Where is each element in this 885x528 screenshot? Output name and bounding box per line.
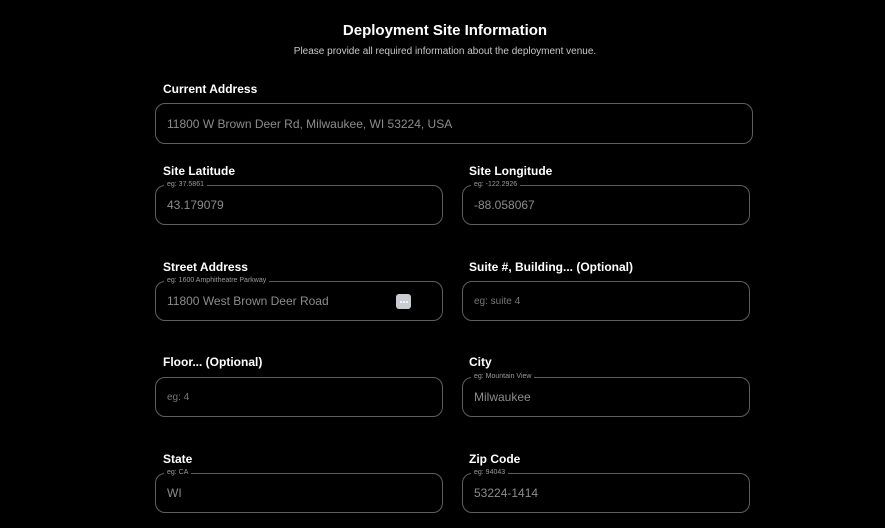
- current-address-label: Current Address: [163, 82, 258, 96]
- site-longitude-label: Site Longitude: [469, 164, 553, 178]
- street-address-field[interactable]: eg: 1600 Amphitheatre Parkway 11800 West…: [155, 276, 443, 321]
- zip-code-label: Zip Code: [469, 452, 521, 466]
- floor-field[interactable]: eg: 4: [155, 377, 443, 417]
- city-field[interactable]: eg: Mountain View Milwaukee: [462, 372, 750, 417]
- floor-placeholder: eg: 4: [167, 391, 190, 403]
- more-dots-icon[interactable]: [396, 294, 411, 309]
- current-address-field[interactable]: 11800 W Brown Deer Rd, Milwaukee, WI 532…: [155, 103, 753, 144]
- current-address-value: 11800 W Brown Deer Rd, Milwaukee, WI 532…: [167, 116, 453, 131]
- site-longitude-field[interactable]: eg: -122.2926 -88.058067: [462, 180, 750, 225]
- state-value: WI: [167, 486, 182, 500]
- site-latitude-value: 43.179079: [167, 198, 224, 212]
- street-address-value: 11800 West Brown Deer Road: [167, 294, 329, 308]
- deployment-site-form: Deployment Site Information Please provi…: [0, 0, 885, 528]
- street-address-label: Street Address: [163, 260, 248, 274]
- page-title: Deployment Site Information: [342, 22, 548, 39]
- site-latitude-field[interactable]: eg: 37.5861 43.179079: [155, 180, 443, 225]
- zip-code-value: 53224-1414: [474, 486, 539, 500]
- floor-label: Floor... (Optional): [163, 355, 263, 369]
- state-field[interactable]: eg: CA WI: [155, 468, 443, 513]
- page-subtitle: Please provide all required information …: [293, 46, 597, 57]
- state-label: State: [163, 452, 193, 466]
- site-latitude-label: Site Latitude: [163, 164, 236, 178]
- zip-code-field[interactable]: eg: 94043 53224-1414: [462, 468, 750, 513]
- site-longitude-value: -88.058067: [474, 198, 535, 212]
- city-value: Milwaukee: [474, 390, 531, 404]
- city-label: City: [469, 355, 492, 369]
- suite-field[interactable]: eg: suite 4: [462, 281, 750, 321]
- suite-label: Suite #, Building... (Optional): [469, 260, 633, 274]
- suite-placeholder: eg: suite 4: [474, 295, 521, 307]
